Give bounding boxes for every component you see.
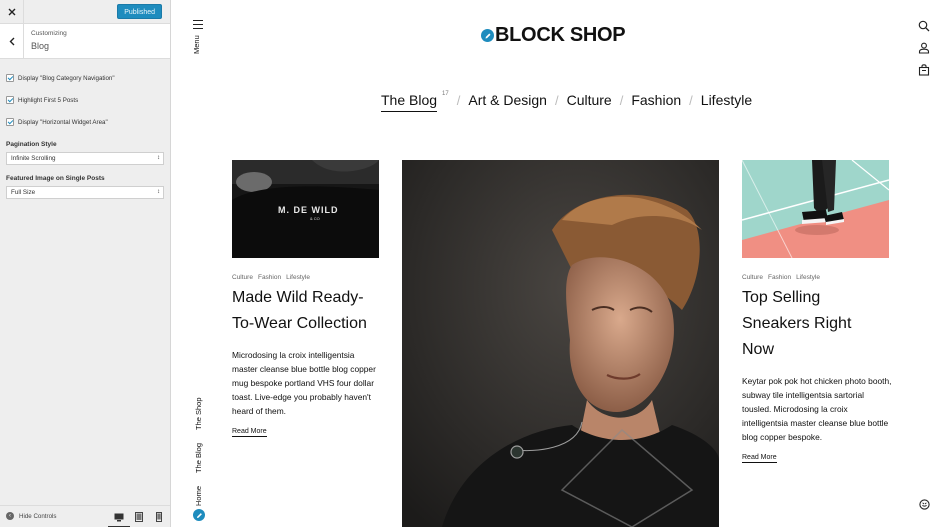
nav-link-home[interactable]: Home [194,486,203,506]
hide-controls-icon: ‹ [6,512,14,520]
tablet-icon [135,512,143,522]
category-the-blog[interactable]: The Blog [381,92,438,112]
chevron-left-icon [9,37,14,46]
tag-culture[interactable]: Culture [232,274,253,281]
chat-icon[interactable] [919,497,930,510]
tag-lifestyle[interactable]: Lifestyle [796,274,820,281]
read-more-link[interactable]: Read More [232,428,267,437]
logo-mark-icon [481,29,494,42]
edit-shortcut-icon[interactable] [193,509,205,521]
customizer-section-header: Customizing Blog [0,24,170,59]
publish-button[interactable]: Published [117,4,162,19]
customizer-footer: ‹ Hide Controls [0,505,170,527]
menu-hamburger-icon[interactable] [193,20,203,32]
checkbox-checked-icon[interactable] [6,96,14,104]
featured-image-select[interactable]: Full Size ↕ [6,186,164,199]
category-separator: / [554,93,559,108]
category-art-design[interactable]: Art & Design [468,92,547,108]
checkbox-checked-icon[interactable] [6,74,14,82]
hide-controls-label: Hide Controls [19,512,57,520]
back-button[interactable] [0,24,24,59]
checkbox-label: Display "Blog Category Navigation" [18,74,115,82]
read-more-link[interactable]: Read More [742,454,777,463]
menu-label[interactable]: Menu [192,35,201,54]
tag-lifestyle[interactable]: Lifestyle [286,274,310,281]
close-customizer-button[interactable] [0,0,24,23]
checkbox-label: Highlight First 5 Posts [18,96,79,104]
post-count: 17 [442,91,449,97]
category-lifestyle[interactable]: Lifestyle [701,92,752,108]
site-logo[interactable]: BLOCK SHOP [481,24,626,47]
desktop-preview-button[interactable] [108,510,130,527]
tablet-preview-button[interactable] [132,510,146,524]
post-thumbnail-made-wild[interactable]: M. DE WILD & CO [232,160,379,258]
checkbox-horizontal-widget-area[interactable]: Display "Horizontal Widget Area" [6,111,164,133]
account-icon[interactable] [918,41,930,54]
pagination-style-value: Infinite Scrolling [11,155,56,162]
nav-link-the-blog[interactable]: The Blog [194,443,203,473]
pagination-style-select[interactable]: Infinite Scrolling ↕ [6,152,164,165]
category-fashion[interactable]: Fashion [631,92,681,108]
category-separator: / [456,93,461,108]
post-excerpt: Microdosing la croix intelligentsia mast… [232,350,376,416]
post-excerpt: Keytar pok pok hot chicken photo booth, … [742,376,892,442]
mobile-icon [156,512,162,522]
section-title: Blog [31,41,50,51]
checkbox-label: Display "Horizontal Widget Area" [18,118,108,126]
mobile-preview-button[interactable] [152,510,166,524]
tag-fashion[interactable]: Fashion [768,274,791,281]
post-tags: Culture Fashion Lifestyle [232,274,315,281]
post-title-made-wild[interactable]: Made Wild Ready-To-Wear Collection [232,285,382,337]
logo-text: BLOCK SHOP [495,24,626,46]
category-separator: / [619,93,624,108]
select-arrows-icon: ↕ [157,155,160,161]
customizer-panel: Published Customizing Blog Display "Blog… [0,0,171,527]
svg-text:& CO: & CO [310,216,320,221]
checkbox-checked-icon[interactable] [6,118,14,126]
site-preview: Menu The Shop The Blog Home BLOCK SHOP T… [172,0,950,527]
featured-post-image[interactable] [402,160,719,527]
search-icon[interactable] [918,19,930,32]
close-icon [8,8,15,15]
blog-category-navigation: The Blog 17 / Art & Design / Culture / F… [381,91,752,112]
post-title-sneakers[interactable]: Top Selling Sneakers Right Now [742,285,882,363]
nav-link-the-shop[interactable]: The Shop [194,397,203,430]
post-tags: Culture Fashion Lifestyle [742,274,825,281]
desktop-icon [114,513,124,521]
featured-image-label: Featured Image on Single Posts [6,175,105,182]
select-arrows-icon: ↕ [157,189,160,195]
checkbox-blog-category-navigation[interactable]: Display "Blog Category Navigation" [6,67,164,89]
customizer-options: Display "Blog Category Navigation" Highl… [0,59,170,199]
pagination-style-label: Pagination Style [6,141,57,148]
customizing-label: Customizing [31,30,67,37]
hide-controls-button[interactable]: ‹ Hide Controls [6,512,57,520]
shirt-print-text: M. DE WILD [278,205,339,215]
category-culture[interactable]: Culture [567,92,612,108]
tag-culture[interactable]: Culture [742,274,763,281]
customizer-top-bar: Published [0,0,170,24]
post-thumbnail-sneakers[interactable] [742,160,889,258]
tag-fashion[interactable]: Fashion [258,274,281,281]
category-separator: / [689,93,693,108]
featured-image-value: Full Size [11,189,36,196]
cart-icon[interactable] [918,63,930,76]
checkbox-highlight-first-5-posts[interactable]: Highlight First 5 Posts [6,89,164,111]
